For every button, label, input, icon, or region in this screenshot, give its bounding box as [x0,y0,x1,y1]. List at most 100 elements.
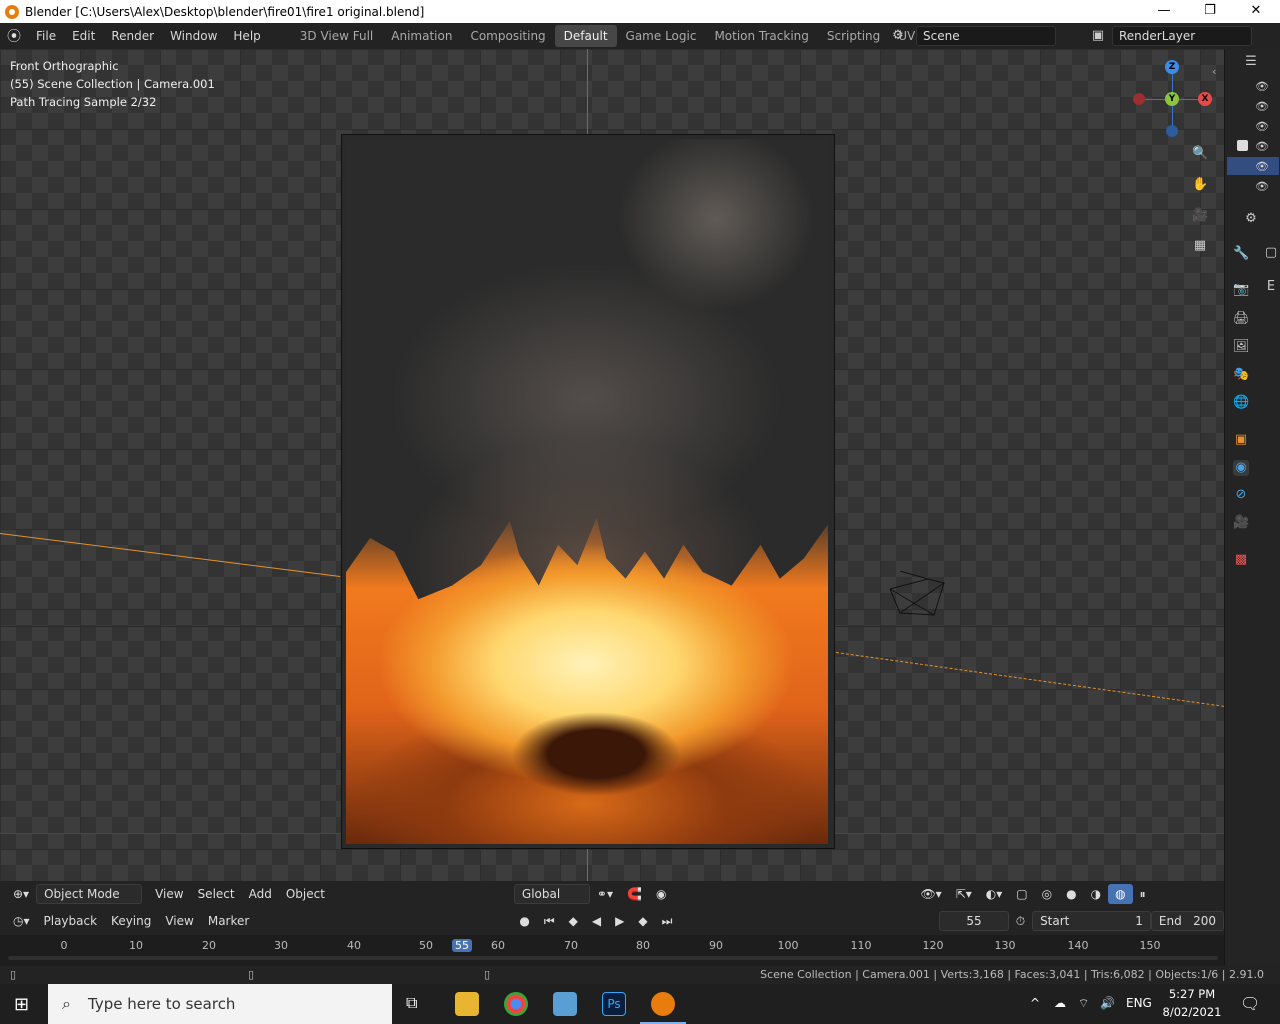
tab-animation[interactable]: Animation [382,25,461,47]
gizmo-neg-z-icon[interactable] [1166,125,1178,137]
frame-ruler[interactable]: 0 10 20 30 40 50 55 60 70 80 90 100 110 … [0,935,1224,966]
object-tab-icon[interactable]: ▣ [1233,432,1249,448]
task-view-icon[interactable]: ⧉ [406,993,417,1013]
viewport-menu-select[interactable]: Select [191,884,242,904]
taskbar-search[interactable]: ⌕ Type here to search [48,984,392,1024]
maximize-button[interactable]: ❐ [1187,0,1233,23]
next-keyframe-icon[interactable]: ◆ [631,911,654,931]
snap-icon[interactable]: 🧲 [620,884,649,904]
viewport-menu-object[interactable]: Object [279,884,332,904]
windows-start-icon[interactable]: ⊞ [14,994,29,1015]
tab-scripting[interactable]: Scripting [818,25,889,47]
material-shading-icon[interactable]: ◑ [1084,884,1108,904]
visibility-eye-icon[interactable]: 👁 [1255,140,1269,153]
scene-field[interactable]: Scene [916,26,1056,46]
tab-compositing[interactable]: Compositing [461,25,554,47]
volume-icon[interactable]: 🔊 [1100,996,1115,1010]
visibility-eye-icon[interactable]: 👁 [1255,120,1269,133]
blender-menu-icon[interactable]: ⦿ [0,26,28,46]
clock-icon[interactable]: ⏱ [1009,911,1032,931]
mode-select[interactable]: Object Mode [36,884,143,904]
jump-start-icon[interactable]: ⏮ [537,911,562,931]
tray-chevron-icon[interactable]: ^ [1030,996,1040,1010]
clock-time[interactable]: 5:27 PM [1166,987,1218,1001]
camera-view-icon[interactable]: 🎥 [1192,208,1208,224]
render-tab-icon[interactable]: 📷 [1233,282,1249,298]
menu-file[interactable]: File [28,23,64,49]
timeline-editor-icon[interactable]: ◷▾ [6,911,37,931]
tab-motion-tracking[interactable]: Motion Tracking [705,25,817,47]
minimize-button[interactable]: — [1141,0,1187,23]
wireframe-shading-icon[interactable]: ◎ [1035,884,1059,904]
visibility-eye-icon[interactable]: 👁 [1255,180,1269,193]
gizmo-y-icon[interactable]: Y [1165,92,1179,106]
tool-tab-icon[interactable]: 🔧 [1233,246,1249,262]
renderlayer-icon[interactable]: ▣ [1090,28,1106,44]
visibility-eye-icon[interactable]: 👁 [1255,160,1269,173]
file-explorer-icon[interactable] [455,992,479,1016]
pan-hand-icon[interactable]: ✋ [1192,177,1208,193]
gizmo-z-icon[interactable]: Z [1165,60,1179,74]
clock-date[interactable]: 8/02/2021 [1160,1005,1224,1019]
pause-icon[interactable]: ⏸ [1133,884,1153,904]
scene-icon[interactable]: ⚙ [890,28,906,44]
viewport-menu-add[interactable]: Add [242,884,279,904]
gizmo-neg-x-icon[interactable] [1133,93,1145,105]
constraints-tab-icon[interactable]: ⊘ [1233,487,1249,503]
current-frame-marker[interactable]: 55 [452,939,472,952]
tab-3d-view-full[interactable]: 3D View Full [291,25,383,47]
timeline-menu-keying[interactable]: Keying [104,911,158,931]
visibility-icon[interactable]: 👁▾ [913,884,948,904]
outliner-editor-icon[interactable]: ☰ [1243,54,1259,70]
tab-game-logic[interactable]: Game Logic [617,25,706,47]
chrome-icon[interactable] [504,992,528,1016]
onedrive-icon[interactable]: ☁ [1054,996,1066,1010]
physics-tab-icon[interactable]: ◉ [1233,460,1249,476]
panel-icon[interactable]: ▢ [1263,245,1279,261]
language-indicator[interactable]: ENG [1126,996,1152,1010]
scene-tab-icon[interactable]: 🎭 [1233,367,1249,383]
menu-window[interactable]: Window [162,23,225,49]
collapse-arrow-icon[interactable]: ‹ [1212,65,1216,78]
world-tab-icon[interactable]: 🌐 [1233,395,1249,411]
viewport-menu-view[interactable]: View [148,884,190,904]
remote-desktop-icon[interactable] [553,992,577,1016]
tab-default[interactable]: Default [554,25,617,47]
close-button[interactable]: ✕ [1233,0,1279,23]
current-frame-field[interactable]: 55 [939,911,1009,931]
xray-icon[interactable]: ▢ [1009,884,1034,904]
texture-tab-icon[interactable]: ▩ [1233,552,1249,568]
panel-e-icon[interactable]: E [1263,279,1279,295]
wifi-icon[interactable]: ⌔ [1078,996,1089,1011]
data-tab-icon[interactable]: 🎥 [1233,515,1249,531]
overlay-icon[interactable]: ◐▾ [979,884,1010,904]
timeline-menu-view[interactable]: View [158,911,200,931]
properties-editor-icon[interactable]: ⚙ [1243,211,1259,227]
menu-edit[interactable]: Edit [64,23,103,49]
proportional-icon[interactable]: ◉ [649,884,673,904]
3d-viewport[interactable]: Front Orthographic (55) Scene Collection… [0,49,1224,881]
play-icon[interactable]: ▶ [608,911,631,931]
editor-type-icon[interactable]: ⊕▾ [6,884,36,904]
renderlayer-field[interactable]: RenderLayer [1112,26,1252,46]
pivot-icon[interactable]: ⚭▾ [590,884,620,904]
outliner-selected-row[interactable] [1227,157,1279,175]
visibility-eye-icon[interactable]: 👁 [1255,80,1269,93]
rendered-shading-icon[interactable]: ◍ [1108,884,1133,904]
zoom-icon[interactable]: 🔍 [1192,146,1208,162]
timeline-menu-marker[interactable]: Marker [201,911,256,931]
gizmo-toggle-icon[interactable]: ⇱▾ [949,884,979,904]
record-icon[interactable]: ● [512,911,536,931]
collection-checkbox[interactable] [1237,140,1248,151]
notification-icon[interactable]: 🗨 [1240,994,1260,1013]
play-reverse-icon[interactable]: ◀ [585,911,608,931]
timeline-menu-playback[interactable]: Playback [37,911,105,931]
view-layer-tab-icon[interactable]: 🖼 [1233,339,1250,355]
orientation-select[interactable]: Global [513,884,590,904]
prev-keyframe-icon[interactable]: ◆ [562,911,585,931]
output-tab-icon[interactable]: 🖨 [1233,311,1250,327]
blender-taskbar-icon[interactable] [651,992,675,1016]
solid-shading-icon[interactable]: ● [1059,884,1083,904]
start-frame-field[interactable]: Start 1 [1032,911,1151,931]
visibility-eye-icon[interactable]: 👁 [1255,100,1269,113]
